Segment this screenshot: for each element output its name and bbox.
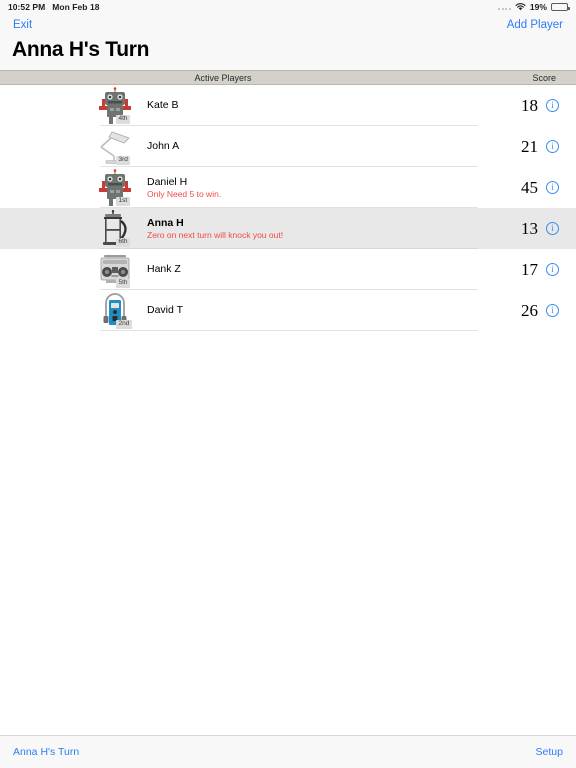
player-score: 18 — [521, 95, 538, 115]
player-list: 4th Kate B 18 i 3rd John A 21 i 1st Dani… — [0, 85, 576, 332]
player-avatar-cell: 5th — [98, 249, 144, 290]
status-time: 10:52 PM — [8, 2, 46, 12]
table-row[interactable]: 1st Daniel H Only Need 5 to win. 45 i — [0, 167, 576, 209]
walkman-avatar: 2nd — [98, 292, 132, 330]
info-icon[interactable]: i — [546, 140, 559, 154]
exit-button[interactable]: Exit — [13, 19, 32, 31]
table-row[interactable]: 2nd David T 26 i — [0, 290, 576, 332]
current-turn-button[interactable]: Anna H's Turn — [13, 746, 79, 758]
player-name-cell: Anna H Zero on next turn will knock you o… — [144, 217, 482, 241]
navigation-bar: Exit Add Player — [0, 14, 576, 36]
player-avatar-cell: 3rd — [98, 126, 144, 167]
boombox-avatar: 5th — [98, 251, 132, 289]
rank-badge: 1st — [116, 196, 130, 206]
player-info-cell: i — [542, 181, 576, 195]
player-name-cell: Daniel H Only Need 5 to win. — [144, 176, 482, 200]
player-info-cell: i — [542, 222, 576, 236]
table-section-header: Active Players Score — [0, 70, 576, 86]
player-status-note: Zero on next turn will knock you out! — [147, 229, 284, 240]
title-area: Anna H's Turn — [0, 36, 576, 71]
player-name: David T — [147, 304, 183, 317]
player-name-cell: Hank Z — [144, 263, 482, 276]
bottom-toolbar: Anna H's Turn Setup — [0, 735, 576, 768]
battery-percent-label: 19% — [529, 2, 547, 12]
player-name-cell: Kate B — [144, 99, 482, 112]
player-score: 13 — [521, 218, 538, 238]
status-date: Mon Feb 18 — [52, 2, 100, 12]
player-score: 26 — [521, 300, 538, 320]
player-info-cell: i — [542, 263, 576, 277]
player-name-cell: David T — [144, 304, 482, 317]
page-title: Anna H's Turn — [12, 38, 150, 61]
desk-lamp-avatar: 3rd — [98, 128, 132, 166]
column-header-active-players: Active Players — [194, 72, 252, 83]
table-row[interactable]: 3rd John A 21 i — [0, 126, 576, 168]
status-bar-right: 19% — [498, 2, 570, 12]
table-row[interactable]: 4th Kate B 18 i — [0, 85, 576, 127]
battery-icon — [551, 3, 570, 11]
column-header-score: Score — [532, 72, 556, 83]
player-score: 45 — [521, 177, 538, 197]
add-player-button[interactable]: Add Player — [507, 19, 563, 31]
wifi-icon — [515, 3, 526, 11]
player-status-note: Only Need 5 to win. — [147, 188, 222, 199]
player-name: John A — [147, 140, 180, 153]
robot-avatar: 4th — [98, 86, 132, 125]
robot-avatar: 1st — [98, 168, 132, 207]
player-avatar-cell: 1st — [98, 167, 144, 208]
player-name: Hank Z — [147, 263, 181, 276]
signal-dots-icon — [498, 4, 511, 10]
row-separator — [100, 330, 478, 332]
setup-button[interactable]: Setup — [536, 746, 563, 758]
rank-badge: 2nd — [116, 319, 132, 329]
status-bar: 10:52 PM Mon Feb 18 19% — [0, 0, 576, 14]
player-score: 17 — [521, 259, 538, 279]
rank-badge: 4th — [116, 114, 131, 124]
player-score: 21 — [521, 136, 538, 156]
rank-badge: 6th — [116, 237, 131, 247]
info-icon[interactable]: i — [546, 304, 559, 318]
player-info-cell: i — [542, 140, 576, 154]
table-row[interactable]: 6th Anna H Zero on next turn will knock yo… — [0, 208, 576, 250]
player-avatar-cell: 6th — [98, 208, 144, 249]
player-info-cell: i — [542, 99, 576, 113]
info-icon[interactable]: i — [546, 99, 559, 113]
info-icon[interactable]: i — [546, 263, 559, 277]
player-avatar-cell: 4th — [98, 85, 144, 126]
player-name-cell: John A — [144, 140, 482, 153]
player-name: Anna H — [147, 216, 184, 229]
info-icon[interactable]: i — [546, 181, 559, 195]
player-avatar-cell: 2nd — [98, 290, 144, 331]
player-name: Daniel H — [147, 175, 188, 188]
player-info-cell: i — [542, 304, 576, 318]
rank-badge: 5th — [116, 278, 131, 288]
rank-badge: 3rd — [116, 155, 131, 165]
player-name: Kate B — [147, 99, 179, 112]
french-press-avatar: 6th — [98, 209, 132, 248]
status-bar-left: 10:52 PM Mon Feb 18 — [8, 2, 100, 12]
table-row[interactable]: 5th Hank Z 17 i — [0, 249, 576, 291]
info-icon[interactable]: i — [546, 222, 559, 236]
